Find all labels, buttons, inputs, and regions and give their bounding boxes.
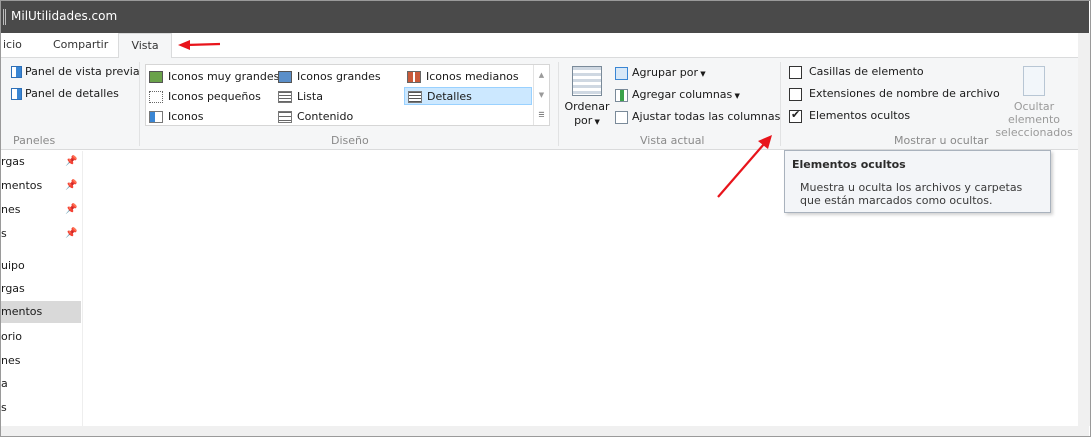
annotation-arrow-tab xyxy=(178,40,221,50)
annotation-arrows xyxy=(178,40,772,198)
annotation-arrow-checkbox xyxy=(717,135,772,198)
